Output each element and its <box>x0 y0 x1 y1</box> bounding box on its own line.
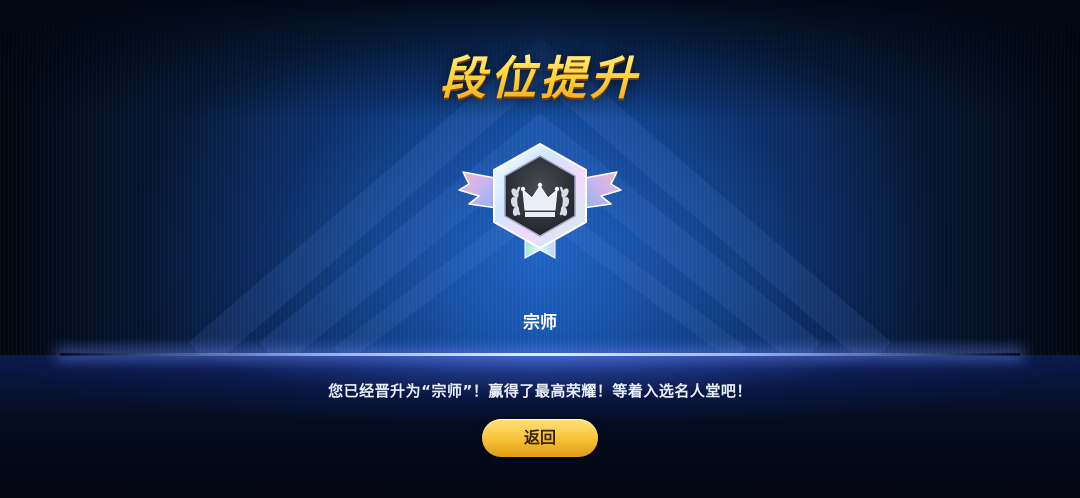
return-button[interactable]: 返回 <box>482 419 598 457</box>
stage-floor-glow-line <box>60 353 1020 356</box>
crown-laurel-hexagon-badge-icon <box>458 142 622 259</box>
page-title: 段位提升 <box>0 42 1080 108</box>
promotion-message: 您已经晋升为“宗师”！赢得了最高荣耀！等着入选名人堂吧！ <box>328 382 752 400</box>
rank-name: 宗师 <box>523 313 557 333</box>
rank-up-screen: 段位提升 宗师 您已经晋升为“宗师”！赢得了最高荣耀！等着入选名人堂吧！ 返回 <box>0 0 1080 498</box>
